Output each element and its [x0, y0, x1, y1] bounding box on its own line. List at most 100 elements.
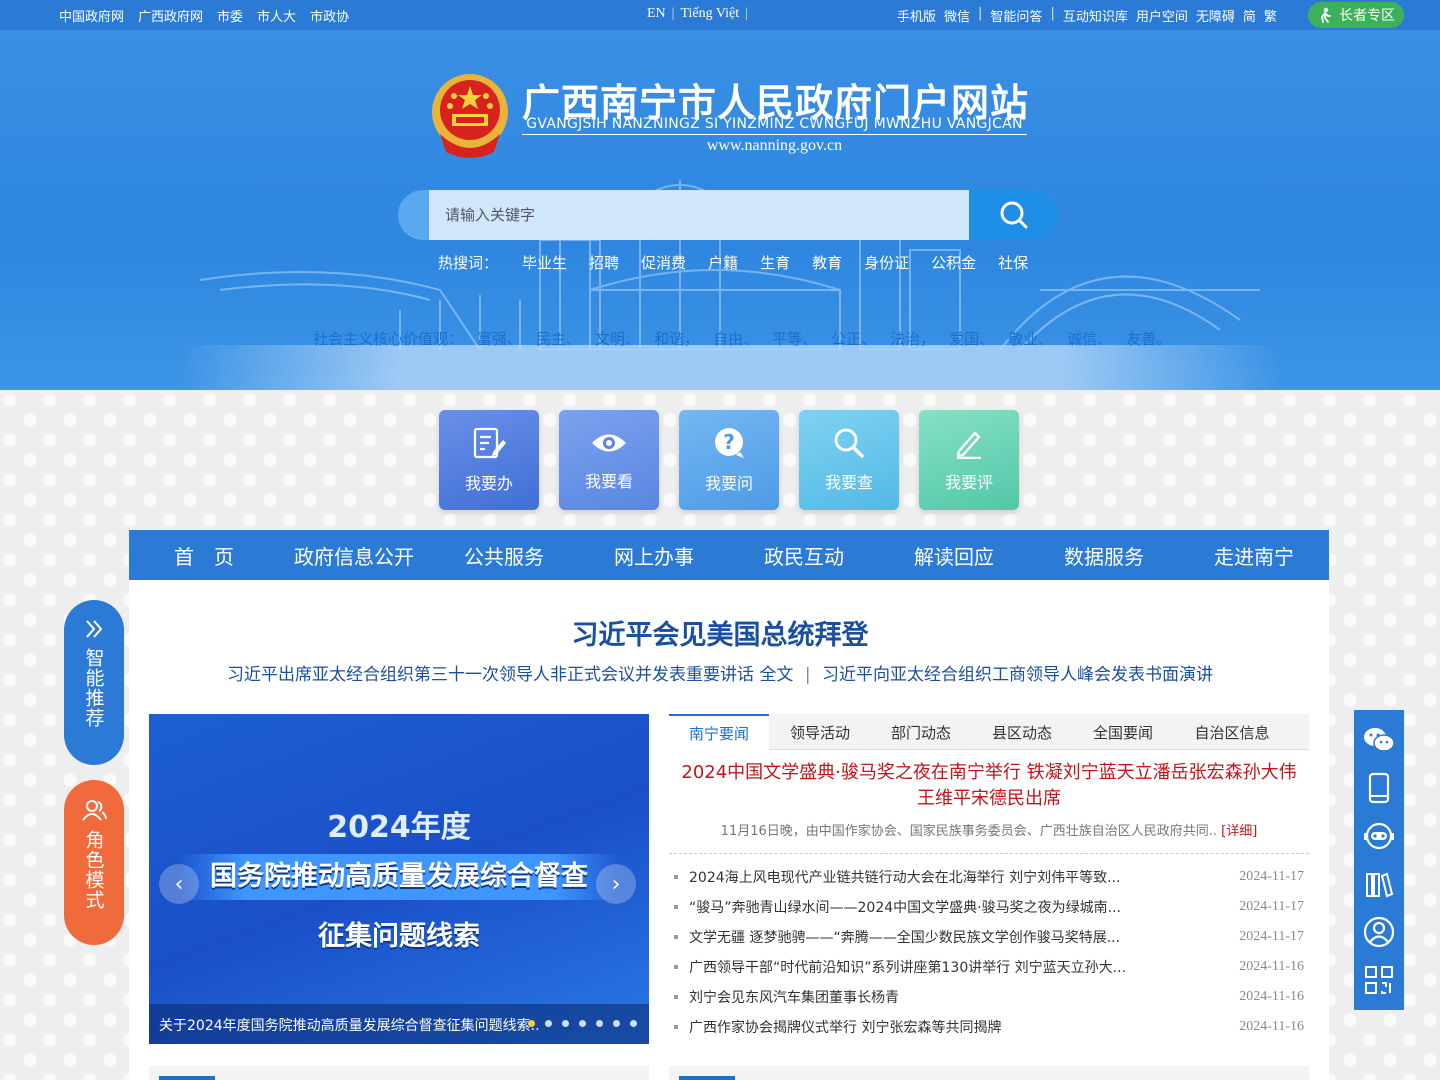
user-center-button[interactable]	[1362, 915, 1396, 949]
link-accessibility[interactable]: 无障碍	[1196, 6, 1235, 25]
hot-word[interactable]: 公积金	[931, 252, 976, 273]
link-user-space[interactable]: 用户空间	[1136, 6, 1188, 25]
link-smart-qa[interactable]: 智能问答	[990, 6, 1042, 25]
list-item[interactable]: “骏马”奔驰青山绿水间——2024中国文学盛典·骏马奖之夜为绿城南... 2024…	[674, 892, 1304, 922]
nav-interaction[interactable]: 政民互动	[729, 530, 879, 580]
top-story-summary-text: 11月16日晚，由中国作家协会、国家民族事务委员会、广西壮族自治区人民政府共同.…	[720, 824, 1218, 839]
hot-word[interactable]: 促消费	[641, 252, 686, 273]
tile-label: 我要办	[464, 474, 513, 493]
headline-title[interactable]: 习近平会见美国总统拜登	[0, 613, 1440, 652]
nav-gov-info[interactable]: 政府信息公开	[279, 530, 429, 580]
eye-icon	[592, 434, 626, 452]
link-gov-cn[interactable]: 中国政府网	[59, 6, 124, 25]
carousel-dot[interactable]	[545, 1020, 552, 1027]
tile-label: 我要查	[824, 473, 873, 492]
role-mode-button[interactable]: 角色模式	[64, 780, 124, 945]
tab-nanning-news[interactable]: 南宁要闻	[669, 714, 769, 750]
site-url: www.nanning.gov.cn	[706, 137, 843, 154]
tab-leader-activity[interactable]: 领导活动	[769, 714, 871, 750]
bullet	[674, 875, 678, 879]
headline-sub-link[interactable]: 习近平向亚太经合组织工商领导人峰会发表书面演讲	[822, 665, 1213, 685]
hot-word[interactable]: 户籍	[708, 252, 738, 273]
hot-search-label: 热搜词：	[438, 254, 499, 272]
headline-sub-link[interactable]: 习近平出席亚太经合组织第三十一次领导人非正式会议并发表重要讲话 全文	[227, 665, 793, 685]
link-shirenda[interactable]: 市人大	[257, 6, 296, 25]
tile-search[interactable]: 我要查	[799, 410, 899, 510]
link-simplified[interactable]: 简	[1243, 6, 1256, 25]
list-item[interactable]: 刘宁会见东风汽车集团董事长杨青 2024-11-16	[674, 982, 1304, 1012]
detail-link[interactable]: [详细]	[1221, 824, 1257, 839]
user-icon	[1363, 916, 1395, 948]
link-shizhengxie[interactable]: 市政协	[310, 6, 349, 25]
nav-public-service[interactable]: 公共服务	[429, 530, 579, 580]
news-title: 广西领导干部“时代前沿知识”系列讲座第130讲举行 刘宁蓝天立孙大...	[689, 960, 1127, 976]
tile-view[interactable]: 我要看	[559, 410, 659, 510]
hot-word[interactable]: 生育	[760, 252, 790, 273]
top-story-title[interactable]: 2024中国文学盛典·骏马奖之夜在南宁举行 铁凝刘宁蓝天立潘岳张宏森孙大伟王维平…	[679, 760, 1299, 812]
hot-word[interactable]: 社保	[998, 252, 1028, 273]
nav-interpretation[interactable]: 解读回应	[879, 530, 1029, 580]
carousel-dot[interactable]	[596, 1020, 603, 1027]
nav-online-service[interactable]: 网上办事	[579, 530, 729, 580]
carousel-dot[interactable]	[562, 1020, 569, 1027]
headline-subtitles: 习近平出席亚太经合组织第三十一次领导人非正式会议并发表重要讲话 全文 | 习近平…	[0, 660, 1440, 685]
hot-word[interactable]: 毕业生	[522, 252, 567, 273]
core-value: 富强、	[477, 330, 523, 348]
news-title: 文学无疆 逐梦驰骋——“奔腾——全国少数民族文学创作骏马奖特展...	[689, 930, 1121, 946]
carousel-prev-button[interactable]: ‹	[159, 864, 199, 904]
wechat-button[interactable]	[1362, 723, 1396, 757]
list-item[interactable]: 文学无疆 逐梦驰骋——“奔腾——全国少数民族文学创作骏马奖特展... 2024-1…	[674, 922, 1304, 952]
link-knowledge-base[interactable]: 互动知识库	[1063, 6, 1128, 25]
list-item[interactable]: 2024海上风电现代产业链共链行动大会在北海举行 刘宁刘伟平等致... 2024-…	[674, 862, 1304, 892]
list-item[interactable]: 广西作家协会揭牌仪式举行 刘宁张宏森等共同揭牌 2024-11-16	[674, 1012, 1304, 1042]
users-icon	[82, 800, 107, 821]
tab-county-news[interactable]: 县区动态	[971, 714, 1073, 750]
separator: |	[804, 665, 811, 685]
tile-ask[interactable]: ? 我要问	[679, 410, 779, 510]
news-date: 2024-11-17	[1239, 929, 1304, 944]
link-shiwei[interactable]: 市委	[217, 6, 243, 25]
carousel-title: 国务院推动高质量发展综合督查	[179, 854, 619, 900]
news-date: 2024-11-16	[1239, 989, 1304, 1004]
smart-recommend-button[interactable]: 智能推荐	[64, 600, 124, 765]
hot-word[interactable]: 身份证	[864, 252, 909, 273]
carousel-dot[interactable]	[528, 1020, 535, 1027]
carousel-dot[interactable]	[630, 1020, 637, 1027]
hot-word[interactable]: 教育	[812, 252, 842, 273]
lang-en[interactable]: EN	[647, 6, 666, 22]
carousel-dot[interactable]	[613, 1020, 620, 1027]
carousel-dot[interactable]	[579, 1020, 586, 1027]
elder-zone-button[interactable]: 长者专区	[1308, 2, 1404, 28]
link-mobile[interactable]: 手机版	[897, 6, 936, 25]
wechat-icon	[1364, 728, 1395, 752]
nav-about-nanning[interactable]: 走进南宁	[1179, 530, 1329, 580]
next-section-header	[669, 1066, 1309, 1080]
news-title: 刘宁会见东风汽车集团董事长杨青	[689, 990, 899, 1006]
tab-department-news[interactable]: 部门动态	[871, 714, 971, 750]
knowledge-button[interactable]	[1362, 867, 1396, 901]
link-wechat[interactable]: 微信	[944, 6, 970, 25]
list-item[interactable]: 广西领导干部“时代前沿知识”系列讲座第130讲举行 刘宁蓝天立孙大... 2024…	[674, 952, 1304, 982]
top-left-links: 中国政府网 广西政府网 市委 市人大 市政协	[59, 6, 349, 25]
search-button[interactable]	[969, 190, 1058, 240]
tab-national-news[interactable]: 全国要闻	[1073, 714, 1173, 750]
lang-vi[interactable]: Tiếng Việt	[680, 6, 739, 22]
core-values-label: 社会主义核心价值观：	[313, 330, 464, 348]
robot-button[interactable]	[1362, 819, 1396, 853]
core-value: 诚信、	[1067, 330, 1113, 348]
banner-carousel[interactable]: 2024年度 国务院推动高质量发展综合督查 征集问题线索 ‹ › 关于2024年…	[149, 714, 649, 1044]
hot-word[interactable]: 招聘	[589, 252, 619, 273]
nav-data-service[interactable]: 数据服务	[1029, 530, 1179, 580]
nav-home[interactable]: 首 页	[129, 530, 279, 580]
bullet	[674, 965, 678, 969]
carousel-next-button[interactable]: ›	[596, 864, 636, 904]
tab-region-info[interactable]: 自治区信息	[1173, 714, 1291, 750]
next-section-header	[149, 1066, 649, 1080]
tile-rate[interactable]: 我要评	[919, 410, 1019, 510]
link-gxzf[interactable]: 广西政府网	[138, 6, 203, 25]
mobile-button[interactable]	[1362, 771, 1396, 805]
link-traditional[interactable]: 繁	[1264, 6, 1277, 25]
qrcode-button[interactable]	[1362, 963, 1396, 997]
search-input[interactable]	[429, 190, 969, 240]
tile-do[interactable]: 我要办	[439, 410, 539, 510]
